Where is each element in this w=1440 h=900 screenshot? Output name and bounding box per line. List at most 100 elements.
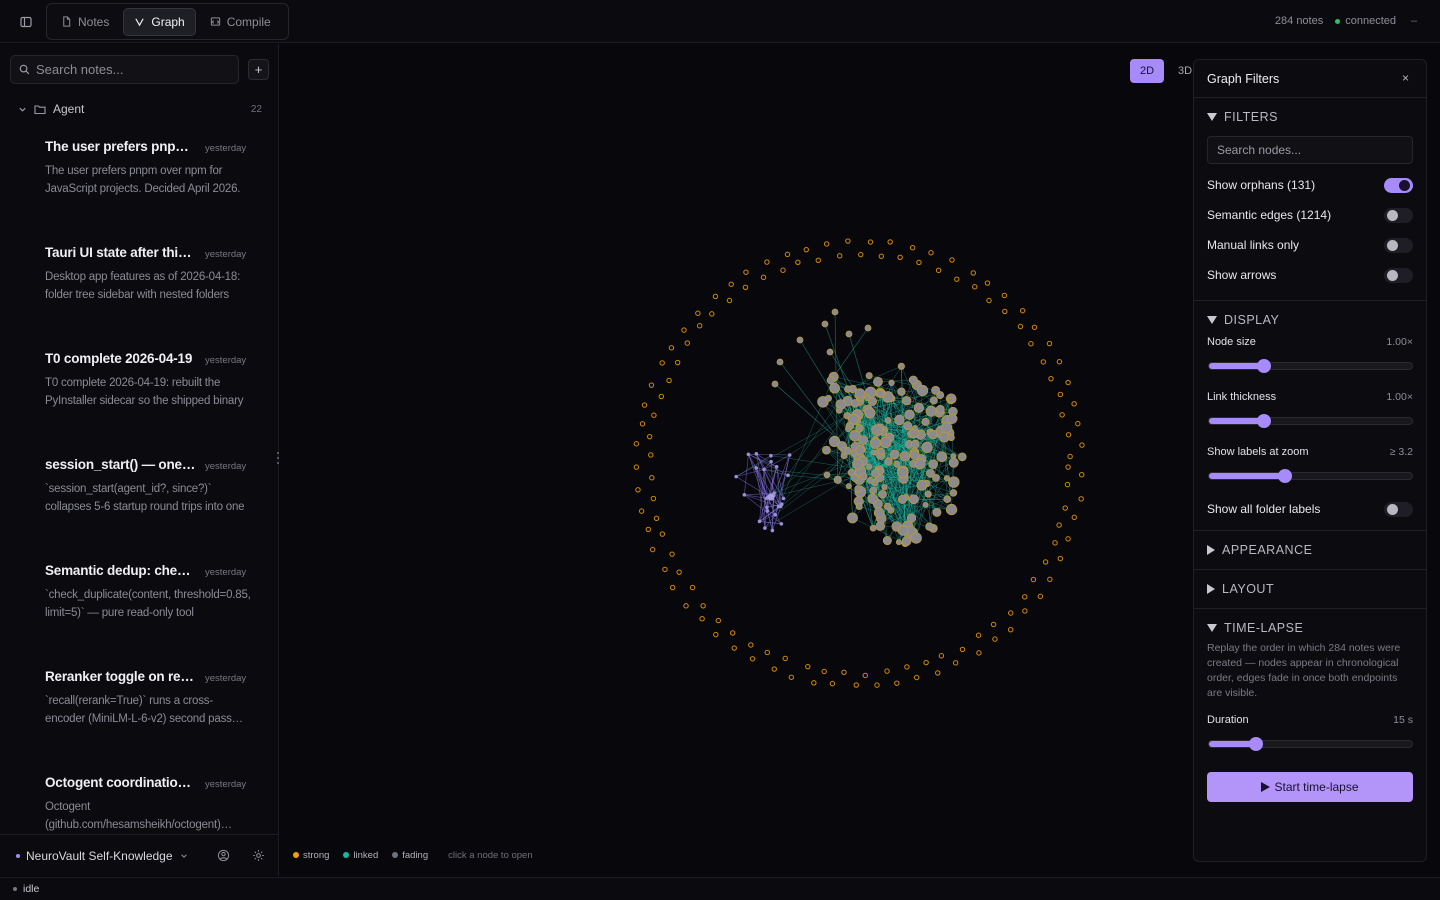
orphan-node[interactable] — [658, 393, 664, 400]
graph-node[interactable] — [823, 471, 831, 479]
graph-node[interactable] — [762, 467, 766, 472]
search-notes-input[interactable] — [36, 62, 226, 77]
orphan-node[interactable] — [805, 663, 811, 670]
orphan-node[interactable] — [1071, 401, 1077, 407]
orphan-node[interactable] — [1040, 359, 1047, 365]
graph-node[interactable] — [864, 407, 876, 419]
orphan-node[interactable] — [845, 238, 851, 244]
orphan-node[interactable] — [959, 646, 966, 653]
graph-node[interactable] — [922, 501, 929, 508]
graph-node[interactable] — [935, 404, 945, 414]
graph-node[interactable] — [908, 375, 918, 385]
orphan-node[interactable] — [764, 649, 770, 656]
vault-switcher[interactable]: NeuroVault Self-Knowledge — [26, 849, 188, 863]
orphan-node[interactable] — [666, 377, 672, 384]
graph-node[interactable] — [889, 449, 900, 460]
orphan-node[interactable] — [894, 680, 900, 686]
appearance-section-toggle[interactable]: APPEARANCE — [1207, 531, 1413, 569]
list-item[interactable]: session_start() — one call bootstrap yest… — [0, 450, 278, 556]
orphan-node[interactable] — [649, 546, 656, 553]
slider-thumb[interactable] — [1249, 737, 1264, 751]
orphan-node[interactable] — [647, 433, 653, 440]
graph-node[interactable] — [869, 437, 882, 449]
orphan-node[interactable] — [709, 311, 715, 317]
graph-node[interactable] — [767, 493, 775, 501]
graph-node[interactable] — [931, 385, 941, 395]
orphan-node[interactable] — [1017, 323, 1024, 330]
graph-node[interactable] — [786, 473, 790, 478]
orphan-node[interactable] — [862, 672, 868, 679]
orphan-node[interactable] — [986, 297, 992, 304]
agent-icon[interactable] — [217, 849, 230, 862]
graph-node[interactable] — [929, 396, 938, 405]
orphan-node[interactable] — [1071, 514, 1077, 521]
graph-node[interactable] — [904, 409, 915, 420]
tab-compile[interactable]: Compile — [200, 8, 281, 36]
graph-node[interactable] — [829, 382, 840, 394]
orphan-node[interactable] — [935, 670, 941, 676]
label-zoom-slider[interactable] — [1208, 469, 1413, 483]
orphan-node[interactable] — [795, 259, 801, 265]
orphan-node[interactable] — [811, 680, 817, 686]
graph-node[interactable] — [943, 475, 950, 482]
graph-node[interactable] — [947, 413, 958, 424]
list-item[interactable]: The user prefers pnpm over npmyesterday … — [0, 132, 278, 238]
graph-node[interactable] — [947, 434, 955, 442]
gear-icon[interactable] — [252, 849, 265, 862]
tab-graph[interactable]: Graph — [123, 7, 196, 36]
orphan-node[interactable] — [928, 250, 934, 256]
orphan-node[interactable] — [676, 569, 682, 575]
graph-node[interactable] — [897, 362, 905, 370]
graph-node[interactable] — [895, 539, 902, 546]
graph-node[interactable] — [855, 445, 865, 456]
orphan-node[interactable] — [695, 310, 701, 316]
graph-node[interactable] — [948, 457, 959, 468]
graph-node[interactable] — [869, 486, 878, 495]
search-nodes-input[interactable] — [1207, 136, 1413, 164]
graph-node[interactable] — [924, 490, 932, 498]
graph-node[interactable] — [865, 372, 873, 380]
layout-section-toggle[interactable]: LAYOUT — [1207, 570, 1413, 608]
graph-node[interactable] — [855, 503, 863, 510]
graph-node[interactable] — [916, 384, 929, 397]
graph-node[interactable] — [913, 402, 925, 414]
graph-node[interactable] — [882, 536, 892, 546]
graph-node[interactable] — [957, 452, 967, 462]
graph-node[interactable] — [796, 336, 804, 344]
show-orphans-switch[interactable] — [1384, 177, 1413, 193]
graph-node[interactable] — [873, 507, 885, 519]
orphan-node[interactable] — [764, 259, 770, 265]
orphan-node[interactable] — [1048, 375, 1054, 382]
graph-node[interactable] — [928, 459, 939, 470]
list-item[interactable]: Reranker toggle on recall yesterday `reca… — [0, 662, 278, 768]
orphan-node[interactable] — [815, 257, 821, 264]
graph-node[interactable] — [899, 451, 911, 462]
folder-agent[interactable]: Agent 22 — [18, 100, 262, 118]
orphan-node[interactable] — [1002, 308, 1008, 315]
graph-node[interactable] — [867, 493, 878, 505]
orphan-node[interactable] — [684, 340, 690, 346]
link-thickness-slider[interactable] — [1208, 414, 1413, 428]
graph-node[interactable] — [869, 524, 877, 532]
graph-node[interactable] — [932, 474, 940, 482]
orphan-node[interactable] — [913, 674, 920, 681]
graph-node[interactable] — [776, 358, 784, 366]
orphan-node[interactable] — [935, 267, 942, 274]
orphan-node[interactable] — [731, 645, 737, 651]
orphan-node[interactable] — [649, 474, 655, 481]
graph-node[interactable] — [897, 525, 909, 536]
graph-node[interactable] — [757, 519, 762, 524]
orphan-node[interactable] — [748, 642, 754, 648]
graph-node[interactable] — [863, 394, 871, 402]
orphan-node[interactable] — [1079, 442, 1085, 448]
orphan-node[interactable] — [635, 487, 641, 493]
graph-node[interactable] — [916, 479, 928, 491]
graph-node[interactable] — [854, 388, 866, 399]
orphan-node[interactable] — [887, 239, 893, 245]
orphan-node[interactable] — [836, 253, 843, 259]
graph-node[interactable] — [866, 463, 873, 470]
graph-node[interactable] — [876, 389, 885, 398]
graph-node[interactable] — [821, 320, 829, 328]
orphan-node[interactable] — [662, 566, 668, 573]
orphan-node[interactable] — [1028, 341, 1034, 347]
